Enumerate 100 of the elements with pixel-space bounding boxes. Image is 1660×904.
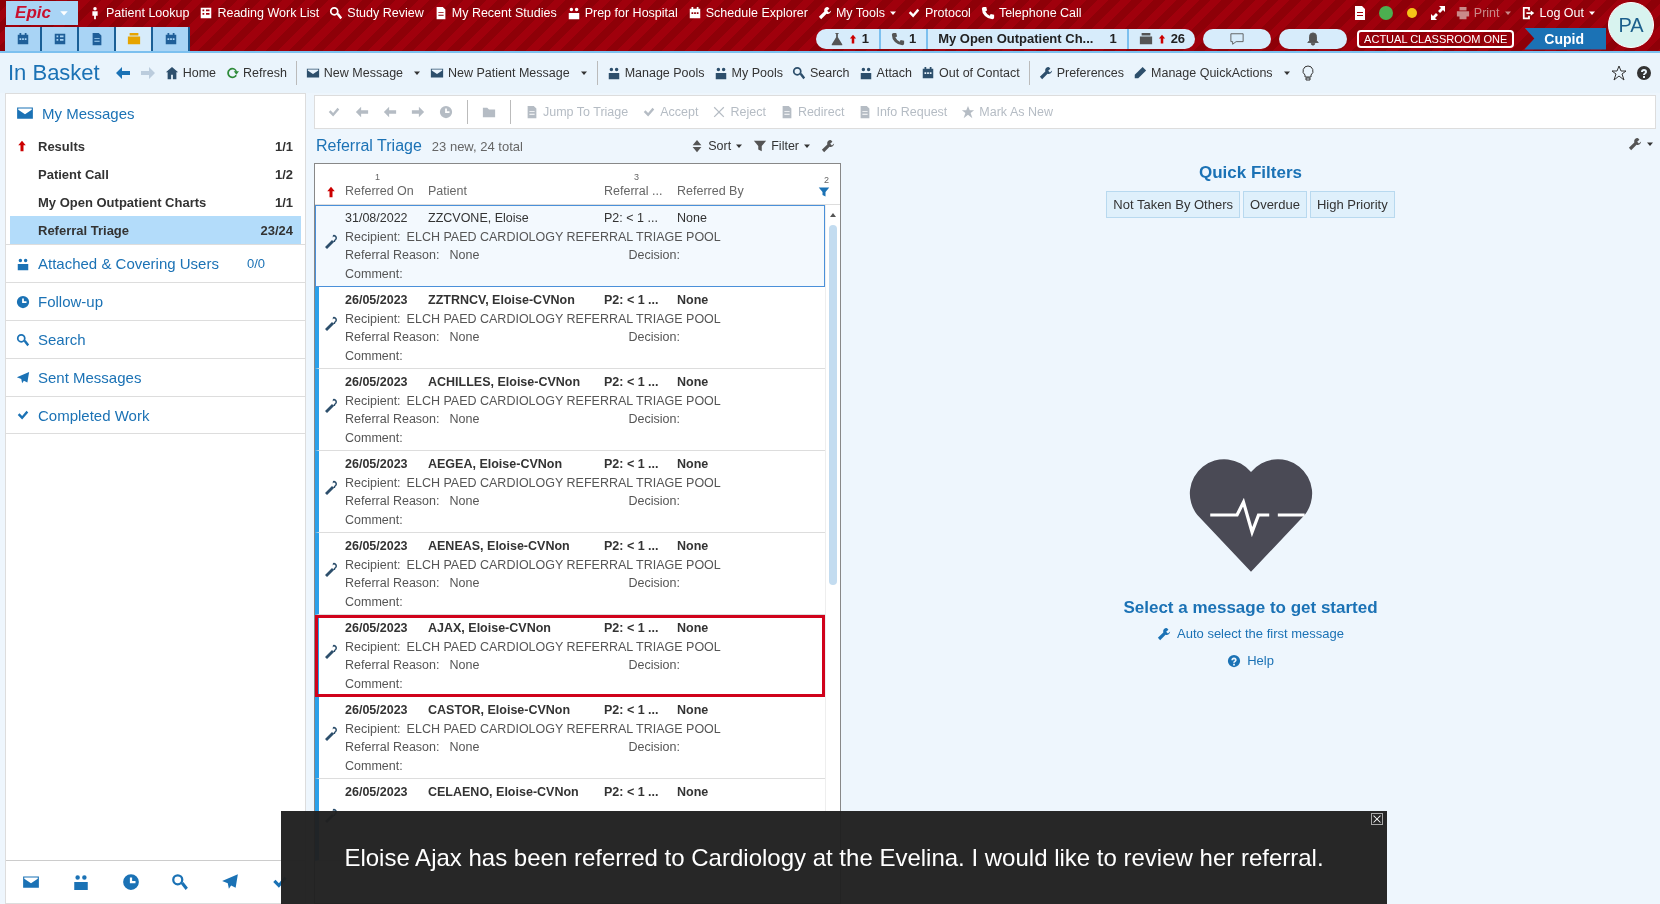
- activity-button[interactable]: Patient Lookup: [88, 6, 190, 20]
- message-row[interactable]: 26/05/2023 ZZTRNCV, Eloise-CVNon P2: < 1 ... None Recipient: ELCH PAED CARDIOLOGY REFERRAL TRIAGE POOL Referral Reason: None Decision: Comment:: [315, 287, 825, 369]
- folder-item[interactable]: My Open Outpatient Charts 1/1: [10, 188, 301, 216]
- back-arrow-icon[interactable]: [114, 65, 131, 81]
- column-header[interactable]: Referred By: [677, 184, 767, 198]
- checklist-icon: [907, 6, 922, 20]
- toolbar-button[interactable]: Home: [164, 66, 217, 80]
- message-row[interactable]: 26/05/2023 CASTOR, Eloise-CVNon P2: < 1 ... None Recipient: ELCH PAED CARDIOLOGY REFERRAL TRIAGE POOL Referral Reason: None Decision: Comment:: [315, 697, 825, 779]
- calendar-icon: [921, 66, 935, 80]
- reason-text: None: [449, 740, 481, 755]
- avatar[interactable]: PA: [1608, 2, 1654, 48]
- help-link[interactable]: Help: [1227, 653, 1274, 668]
- sidebar-section[interactable]: Sent Messages: [6, 358, 305, 396]
- help-icon[interactable]: [1636, 65, 1652, 81]
- referral-icon: [323, 561, 339, 577]
- message-row[interactable]: 26/05/2023 ACHILLES, Eloise-CVNon P2: < 1 ... None Recipient: ELCH PAED CARDIOLOGY REFERRAL TRIAGE POOL Referral Reason: None Decision: Comment:: [315, 369, 825, 451]
- filter-button[interactable]: Filter: [753, 139, 811, 153]
- toolbar-button[interactable]: Manage Pools: [606, 66, 705, 80]
- message-row[interactable]: 26/05/2023 AEGEA, Eloise-CVNon P2: < 1 ... None Recipient: ELCH PAED CARDIOLOGY REFERRAL TRIAGE POOL Referral Reason: None Decision: Comment:: [315, 451, 825, 533]
- priority-text: P2: < 1 ...: [604, 621, 660, 636]
- date-text: 26/05/2023: [345, 621, 409, 636]
- workspace-button[interactable]: [42, 26, 79, 51]
- notification-pill[interactable]: 26: [1128, 28, 1196, 49]
- message-row[interactable]: 26/05/2023 AENEAS, Eloise-CVNon P2: < 1 ... None Recipient: ELCH PAED CARDIOLOGY REFERRAL TRIAGE POOL Referral Reason: None Decision: Comment:: [315, 533, 825, 615]
- quick-filter-button[interactable]: Not Taken By Others: [1106, 191, 1240, 218]
- sidebar-section[interactable]: Attached & Covering Users 0/0: [6, 244, 305, 282]
- sidebar-section[interactable]: Completed Work: [6, 396, 305, 434]
- exit-icon: [1521, 6, 1536, 20]
- date-text: 26/05/2023: [345, 539, 409, 554]
- check-icon: [16, 408, 30, 422]
- toolbar-button[interactable]: New Message: [305, 66, 422, 80]
- lightbulb-icon[interactable]: [1299, 65, 1316, 81]
- auto-select-link[interactable]: Auto select the first message: [1157, 626, 1344, 641]
- toolbar-button[interactable]: Search: [791, 66, 850, 80]
- activity-button[interactable]: My Tools: [817, 6, 898, 20]
- activity-button[interactable]: Study Review: [329, 6, 424, 20]
- search-icon[interactable]: [171, 873, 190, 891]
- wrench-icon[interactable]: [1628, 137, 1642, 151]
- workspace-button[interactable]: [116, 26, 153, 51]
- workspace-button[interactable]: [153, 26, 190, 51]
- field-label: Comment:: [345, 758, 403, 773]
- sidebar-section[interactable]: Follow-up: [6, 282, 305, 320]
- sidebar-section[interactable]: Search: [6, 320, 305, 358]
- field-label: Referral Reason:: [345, 494, 440, 509]
- expand-icon[interactable]: [1429, 5, 1446, 21]
- wrench-icon[interactable]: [821, 139, 835, 153]
- sort-button[interactable]: Sort: [690, 139, 744, 153]
- referral-icon: [323, 479, 339, 495]
- scroll-up-icon[interactable]: [829, 211, 837, 219]
- paper-plane-icon[interactable]: [221, 873, 240, 891]
- quick-filter-button[interactable]: Overdue: [1243, 191, 1307, 218]
- people-icon[interactable]: [71, 873, 90, 891]
- phone-icon: [980, 6, 995, 20]
- caret-icon: [413, 69, 422, 77]
- folder-item[interactable]: Referral Triage 23/24: [10, 216, 301, 244]
- star-icon[interactable]: [1611, 65, 1627, 81]
- toolbar-button[interactable]: My Pools: [713, 66, 783, 80]
- field-label: Comment:: [345, 348, 403, 363]
- flask-icon: [829, 31, 844, 46]
- envelope-icon: [430, 66, 445, 80]
- message-row[interactable]: 26/05/2023 AJAX, Eloise-CVNon P2: < 1 ... None Recipient: ELCH PAED CARDIOLOGY REFERRAL TRIAGE POOL Referral Reason: None Decision: Comment:: [315, 615, 825, 697]
- folder-item[interactable]: Patient Call 1/2: [10, 160, 301, 188]
- recipient-text: ELCH PAED CARDIOLOGY REFERRAL TRIAGE POOL: [406, 721, 721, 736]
- date-text: 26/05/2023: [345, 457, 409, 472]
- activity-button[interactable]: My Recent Studies: [433, 6, 557, 20]
- column-header[interactable]: Patient: [428, 184, 604, 198]
- arrow-right-icon: [411, 105, 425, 119]
- my-messages-heading[interactable]: My Messages: [42, 104, 135, 122]
- activity-button[interactable]: Protocol: [907, 6, 971, 20]
- caret-icon[interactable]: [1646, 140, 1654, 148]
- notification-pill[interactable]: 1: [880, 28, 929, 49]
- workspace-button[interactable]: [5, 26, 42, 51]
- close-icon[interactable]: [1371, 813, 1383, 825]
- log-out-button[interactable]: Log Out: [1521, 6, 1596, 20]
- notification-pill[interactable]: 1: [815, 28, 881, 49]
- message-row[interactable]: 31/08/2022 ZZCVONE, Eloise P2: < 1 ... None Recipient: ELCH PAED CARDIOLOGY REFERRAL TRIAGE POOL Referral Reason: None Decision: Comment:: [315, 205, 825, 287]
- clock-icon: [16, 294, 30, 309]
- notification-pill[interactable]: [1203, 28, 1272, 49]
- activity-button[interactable]: Telephone Call: [980, 6, 1082, 20]
- chart-pill[interactable]: My Open Outpatient Ch... 1: [928, 28, 1129, 49]
- envelope-icon[interactable]: [21, 873, 40, 891]
- field-label: Decision:: [628, 494, 681, 509]
- workspace-button[interactable]: [79, 26, 116, 51]
- caret-icon: [803, 142, 811, 150]
- activity-button[interactable]: Prep for Hospital: [566, 6, 678, 20]
- activity-button[interactable]: Schedule Explorer: [687, 6, 808, 20]
- toolbar-button[interactable]: Refresh: [225, 66, 287, 80]
- toolbar-button[interactable]: New Patient Message: [430, 66, 588, 80]
- toolbar-button[interactable]: Attach: [858, 66, 912, 80]
- filter-icon[interactable]: [818, 186, 830, 198]
- notification-pill[interactable]: [1279, 28, 1348, 49]
- folder-item[interactable]: Results 1/1: [10, 132, 301, 160]
- toolbar-button[interactable]: Out of Contact: [921, 66, 1020, 80]
- cross-icon: [712, 105, 727, 119]
- clock-icon[interactable]: [121, 873, 140, 891]
- quick-filter-button[interactable]: High Priority: [1309, 191, 1395, 218]
- epic-menu-button[interactable]: Epic: [6, 1, 78, 25]
- toolbar-button[interactable]: Manage QuickActions: [1133, 66, 1291, 80]
- activity-button[interactable]: Reading Work List: [199, 6, 320, 20]
- toolbar-button[interactable]: Preferences: [1038, 66, 1125, 80]
